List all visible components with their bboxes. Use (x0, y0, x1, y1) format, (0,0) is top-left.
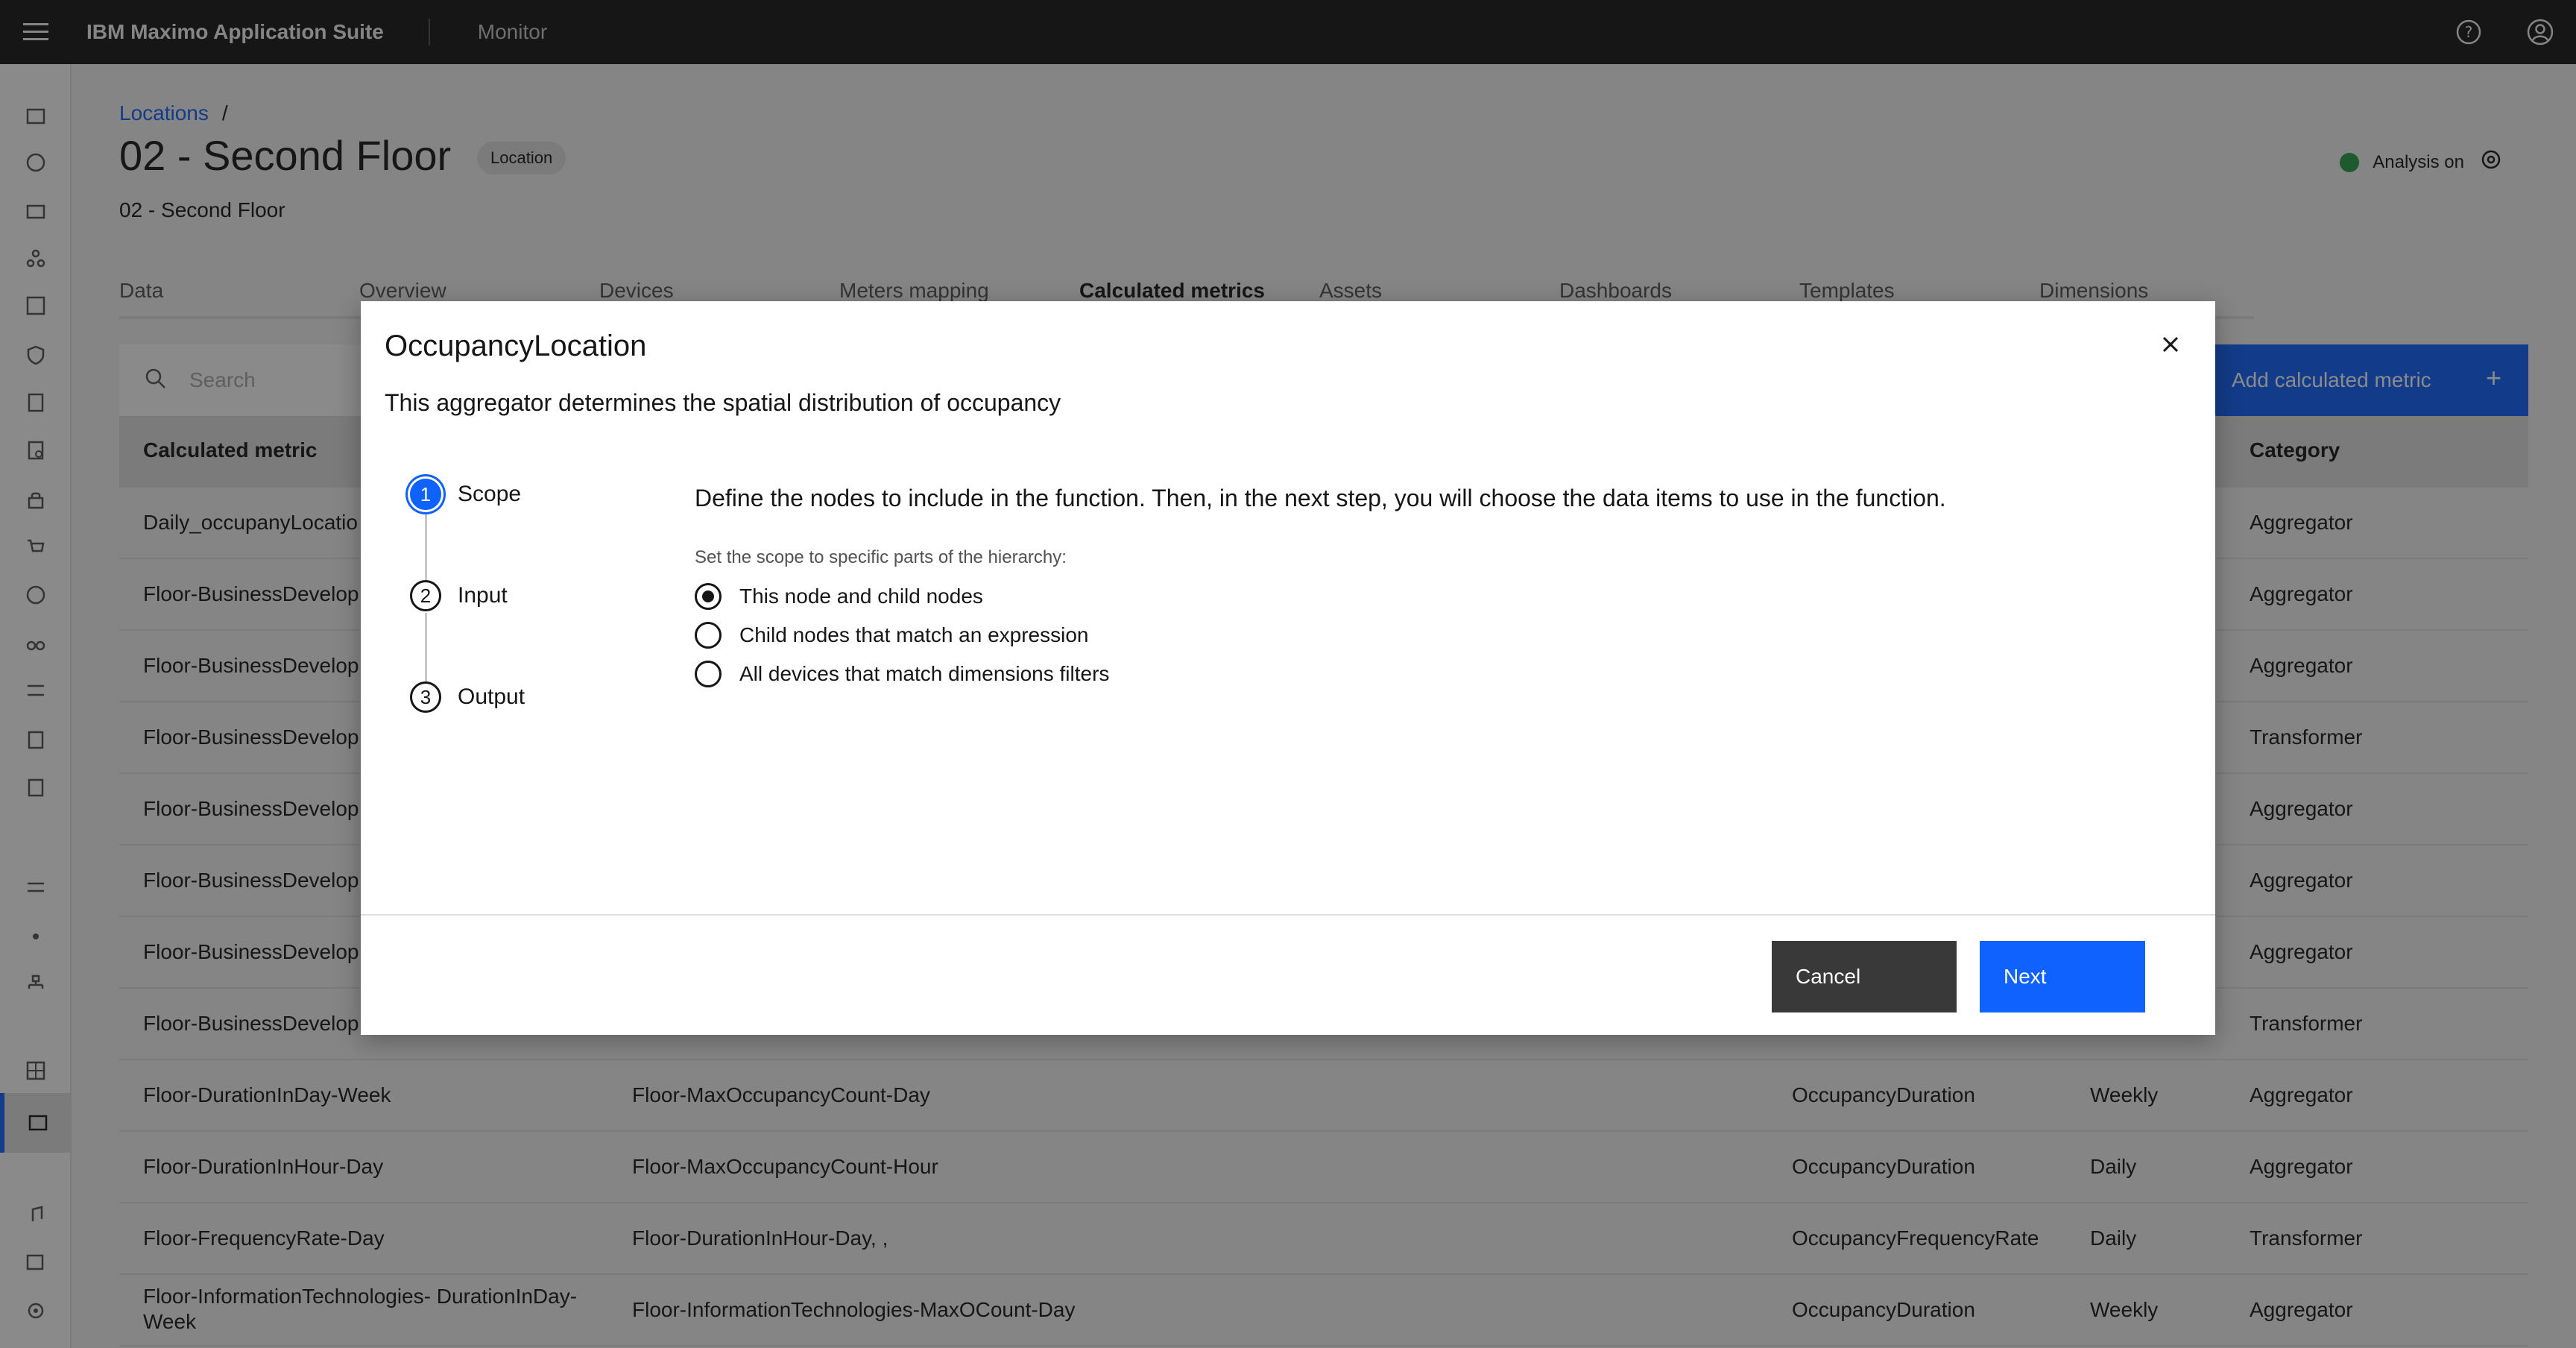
radio-dimension-filters[interactable]: All devices that match dimensions filter… (695, 661, 1109, 687)
step-number: 2 (410, 580, 441, 611)
radio-button[interactable] (695, 622, 722, 649)
radio-label: This node and child nodes (739, 585, 983, 608)
scope-heading: Define the nodes to include in the funct… (695, 485, 1946, 511)
scope-label: Set the scope to specific parts of the h… (695, 547, 1067, 567)
radio-button[interactable] (695, 583, 722, 610)
cancel-button[interactable]: Cancel (1772, 941, 1957, 1012)
radio-label: Child nodes that match an expression (739, 623, 1089, 646)
step-connector (425, 511, 427, 582)
close-icon[interactable] (2153, 327, 2188, 362)
step-output[interactable]: 3 Output (410, 681, 525, 713)
modal-description: This aggregator determines the spatial d… (385, 389, 1061, 416)
function-wizard-modal: OccupancyLocation This aggregator determ… (361, 301, 2215, 1035)
modal-footer-divider (361, 914, 2215, 916)
step-label: Scope (458, 482, 522, 506)
next-button[interactable]: Next (1980, 941, 2145, 1012)
modal-title: OccupancyLocation (385, 330, 647, 362)
radio-child-nodes-expression[interactable]: Child nodes that match an expression (695, 622, 1089, 649)
radio-label: All devices that match dimensions filter… (739, 662, 1110, 685)
radio-this-node[interactable]: This node and child nodes (695, 583, 983, 610)
step-scope[interactable]: 1 Scope (410, 479, 521, 510)
step-label: Output (458, 684, 525, 709)
step-number: 1 (410, 479, 441, 510)
step-number: 3 (410, 681, 441, 713)
step-label: Input (458, 583, 508, 608)
radio-button[interactable] (695, 661, 722, 687)
step-input[interactable]: 2 Input (410, 580, 508, 611)
step-connector (425, 613, 427, 683)
